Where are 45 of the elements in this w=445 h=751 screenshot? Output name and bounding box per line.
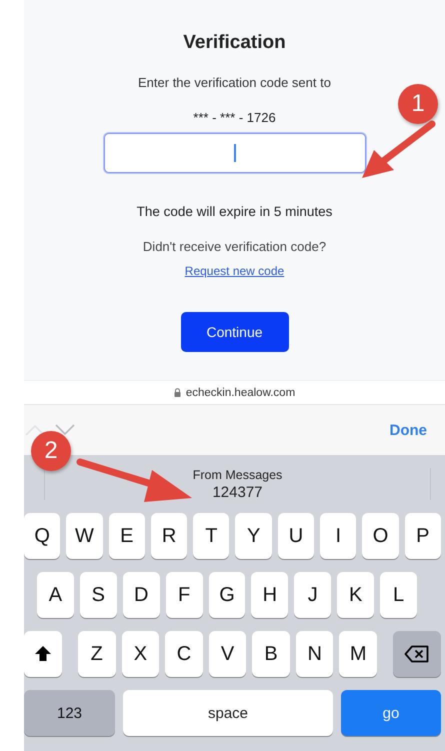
letter-key[interactable]: X	[122, 631, 160, 677]
resend-prompt: Didn't receive verification code?	[142, 239, 326, 254]
letter-key[interactable]: I	[320, 513, 356, 559]
url-text: echeckin.healow.com	[186, 386, 296, 398]
autofill-suggestion[interactable]: From Messages 124377	[192, 468, 282, 500]
letter-key[interactable]: E	[108, 513, 145, 559]
letter-key[interactable]: W	[66, 513, 103, 559]
page-title: Verification	[183, 32, 286, 54]
shift-key[interactable]	[24, 631, 62, 677]
done-button[interactable]: Done	[390, 422, 427, 438]
letter-key[interactable]: M	[339, 631, 378, 677]
letter-key[interactable]: N	[296, 631, 334, 677]
letter-key[interactable]: V	[208, 631, 246, 677]
letter-key[interactable]: P	[404, 513, 441, 559]
instruction-text: Enter the verification code sent to	[138, 75, 331, 90]
masked-phone-number: *** - *** - 1726	[193, 110, 276, 125]
shift-arrow-icon	[34, 645, 52, 663]
letter-key[interactable]: B	[252, 631, 290, 677]
letter-key[interactable]: G	[208, 572, 246, 618]
letter-key[interactable]: F	[166, 572, 203, 618]
letter-key[interactable]: H	[251, 572, 288, 618]
go-key[interactable]: go	[341, 690, 441, 736]
letter-key[interactable]: T	[193, 513, 230, 559]
letter-key[interactable]: C	[165, 631, 203, 677]
letter-key[interactable]: Q	[24, 513, 60, 559]
letter-key[interactable]: Z	[78, 631, 116, 677]
backspace-icon	[404, 645, 430, 663]
letter-key[interactable]: U	[278, 513, 314, 559]
request-new-code-link[interactable]: Request new code	[184, 264, 284, 278]
code-input-field[interactable]	[104, 133, 366, 173]
continue-button[interactable]: Continue	[180, 312, 288, 352]
letter-key[interactable]: A	[37, 572, 74, 618]
letter-key[interactable]: D	[122, 572, 160, 618]
expiry-note: The code will expire in 5 minutes	[136, 204, 332, 219]
chevron-down-icon[interactable]	[54, 423, 76, 437]
letter-key[interactable]: J	[294, 572, 332, 618]
space-key[interactable]: space	[123, 690, 333, 736]
letter-key[interactable]: O	[362, 513, 399, 559]
letter-key[interactable]: R	[150, 513, 188, 559]
letter-key[interactable]: K	[337, 572, 374, 618]
letter-key[interactable]: S	[80, 572, 117, 618]
backspace-key[interactable]	[393, 631, 442, 677]
letter-key[interactable]: Y	[235, 513, 272, 559]
letter-key[interactable]: L	[380, 572, 418, 618]
numbers-key[interactable]: 123	[24, 690, 115, 736]
